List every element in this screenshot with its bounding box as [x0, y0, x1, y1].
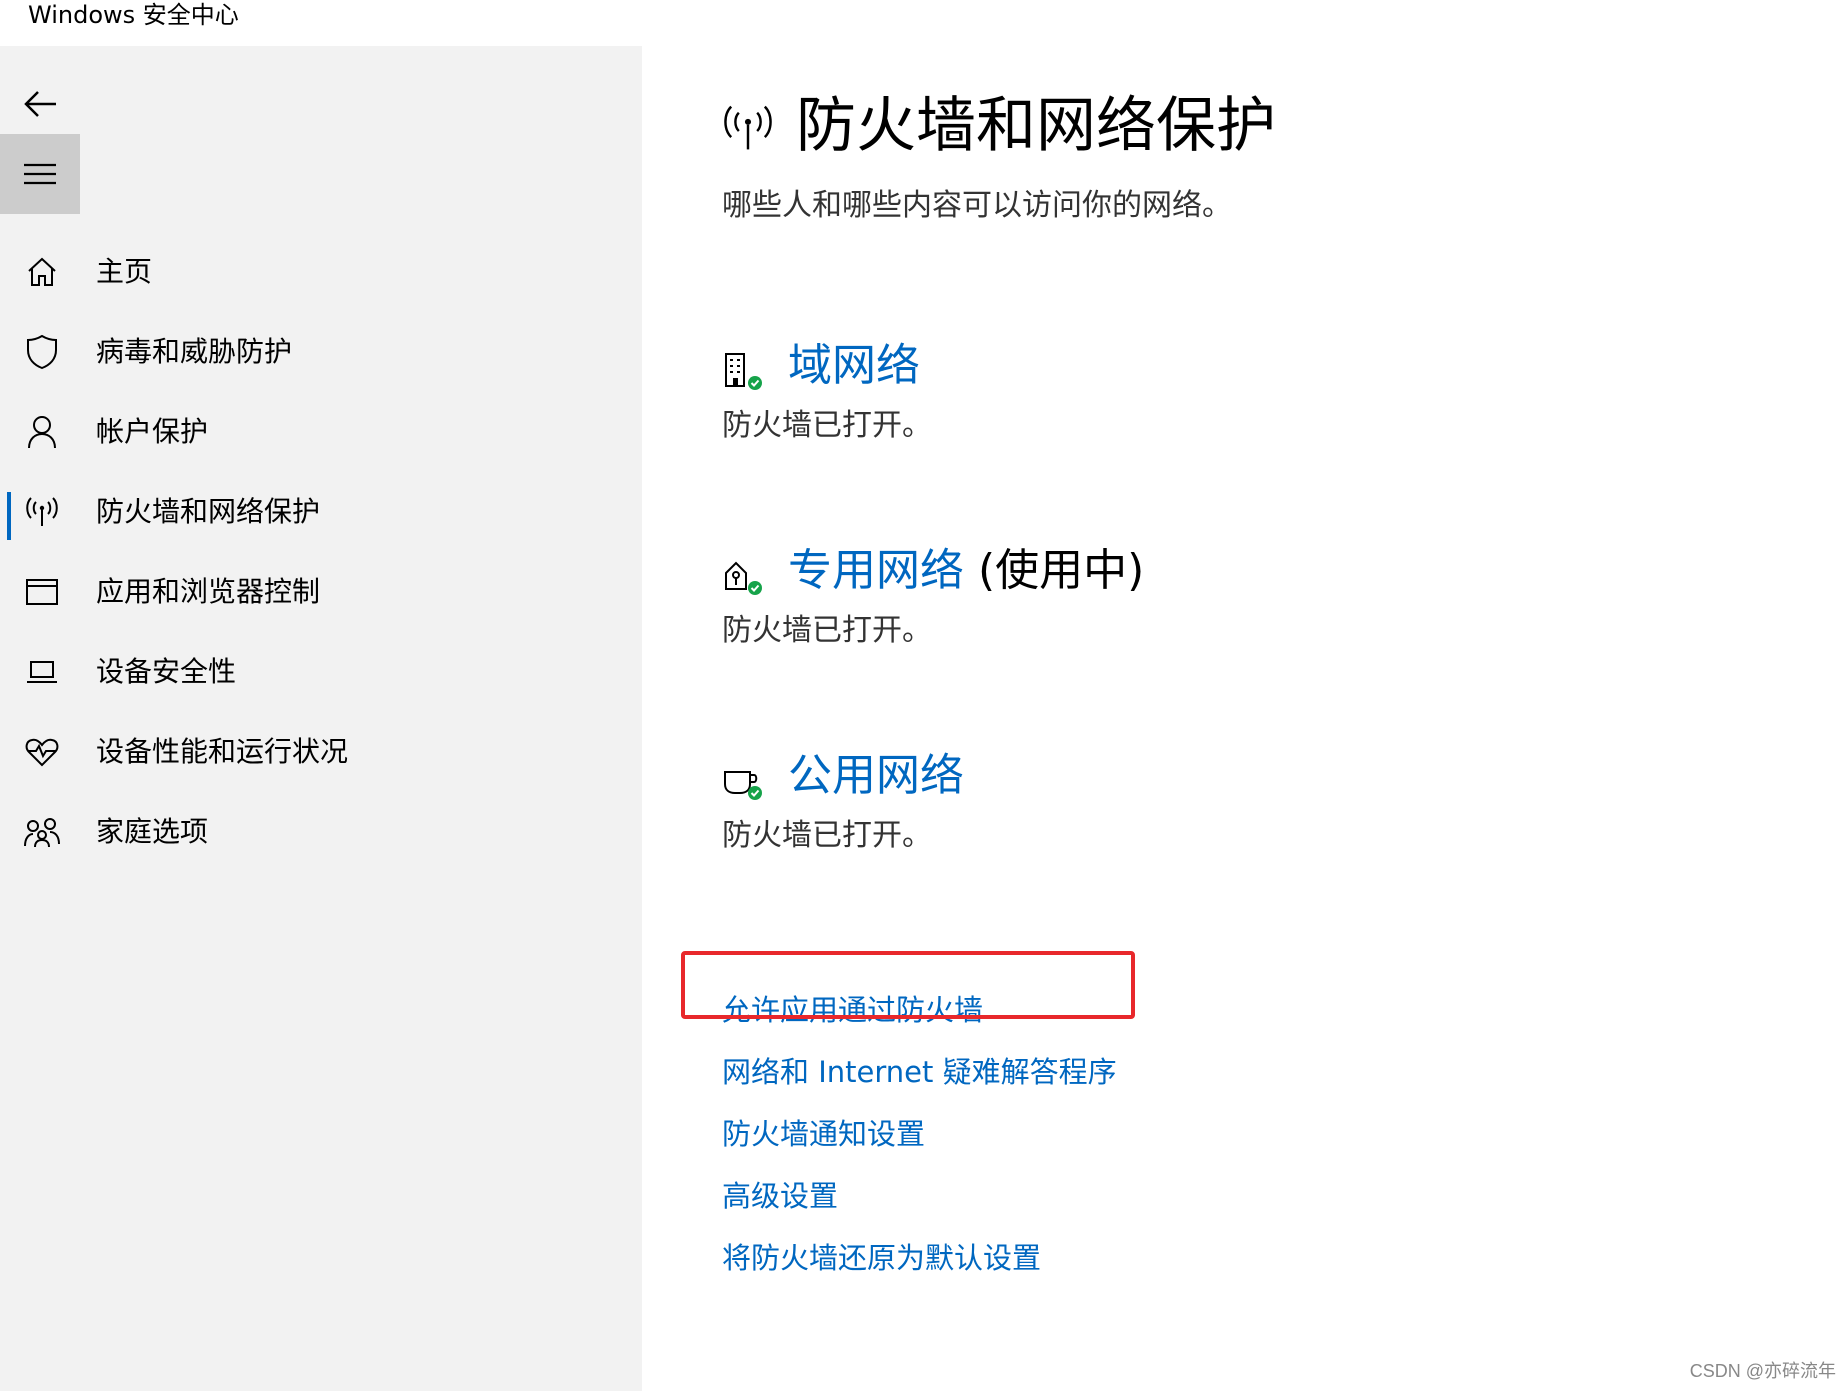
sidebar-item-label: 应用和浏览器控制 [96, 575, 321, 608]
sidebar-item-label: 病毒和威胁防护 [96, 335, 293, 368]
family-icon [22, 812, 62, 852]
back-arrow-icon [24, 91, 56, 117]
main-content: 防火墙和网络保护 哪些人和哪些内容可以访问你的网络。 域网络 防火墙已打开。 专… [642, 46, 1844, 1391]
antenna-icon [22, 492, 62, 532]
shield-icon [22, 332, 62, 372]
sidebar-item-device-performance[interactable]: 设备性能和运行状况 [0, 712, 642, 792]
sidebar-item-label: 设备安全性 [96, 655, 237, 688]
sidebar-item-account-protection[interactable]: 帐户保护 [0, 392, 642, 472]
network-name: 专用网络 [788, 545, 964, 596]
firewall-notification-settings-link[interactable]: 防火墙通知设置 [722, 1112, 925, 1156]
public-network-icon [722, 760, 766, 804]
highlight-annotation-box [681, 951, 1135, 1019]
browser-window-icon [22, 572, 62, 612]
restore-firewall-defaults-link[interactable]: 将防火墙还原为默认设置 [722, 1236, 1041, 1280]
network-status: 防火墙已打开。 [722, 818, 932, 853]
sidebar-item-device-security[interactable]: 设备安全性 [0, 632, 642, 712]
network-status: 防火墙已打开。 [722, 408, 932, 443]
sidebar-item-app-browser-control[interactable]: 应用和浏览器控制 [0, 552, 642, 632]
sidebar: 主页 病毒和威胁防护 帐户保护 防火墙和网络保护 应用和浏览器控制 设备安全性 … [0, 46, 642, 1391]
sidebar-item-label: 帐户保护 [96, 415, 209, 448]
network-domain: 域网络 防火墙已打开。 [722, 326, 1622, 466]
page-subtitle: 哪些人和哪些内容可以访问你的网络。 [722, 188, 1232, 223]
domain-network-icon [722, 350, 766, 394]
sidebar-item-label: 设备性能和运行状况 [96, 735, 349, 768]
network-troubleshooter-link[interactable]: 网络和 Internet 疑难解答程序 [722, 1050, 1117, 1094]
network-in-use-label: (使用中) [964, 545, 1145, 596]
hamburger-menu-button[interactable] [0, 134, 80, 214]
page-title: 防火墙和网络保护 [796, 91, 1276, 161]
sidebar-item-label: 防火墙和网络保护 [96, 495, 321, 528]
network-name-link[interactable]: 域网络 [788, 336, 920, 396]
network-public: 公用网络 防火墙已打开。 [722, 736, 1622, 876]
back-button[interactable] [0, 64, 80, 144]
active-indicator [7, 492, 11, 540]
home-icon [22, 252, 62, 292]
sidebar-item-label: 家庭选项 [96, 815, 209, 848]
heart-pulse-icon [22, 732, 62, 772]
watermark: CSDN @亦碎流年 [1689, 1361, 1836, 1381]
antenna-icon [722, 102, 774, 154]
network-private: 专用网络 (使用中) 防火墙已打开。 [722, 531, 1622, 671]
sidebar-item-virus-protection[interactable]: 病毒和威胁防护 [0, 312, 642, 392]
network-name-link[interactable]: 专用网络 (使用中) [788, 541, 1144, 601]
sidebar-item-label: 主页 [96, 255, 153, 288]
window-title: Windows 安全中心 [28, 1, 239, 29]
network-status: 防火墙已打开。 [722, 613, 932, 648]
private-network-icon [722, 555, 766, 599]
laptop-icon [22, 652, 62, 692]
sidebar-item-family-options[interactable]: 家庭选项 [0, 792, 642, 872]
network-name-link[interactable]: 公用网络 [788, 746, 964, 806]
advanced-settings-link[interactable]: 高级设置 [722, 1174, 838, 1218]
sidebar-item-home[interactable]: 主页 [0, 232, 642, 312]
sidebar-item-firewall[interactable]: 防火墙和网络保护 [0, 472, 642, 552]
person-icon [22, 412, 62, 452]
title-bar: Windows 安全中心 [0, 0, 1844, 46]
hamburger-menu-icon [24, 163, 56, 185]
